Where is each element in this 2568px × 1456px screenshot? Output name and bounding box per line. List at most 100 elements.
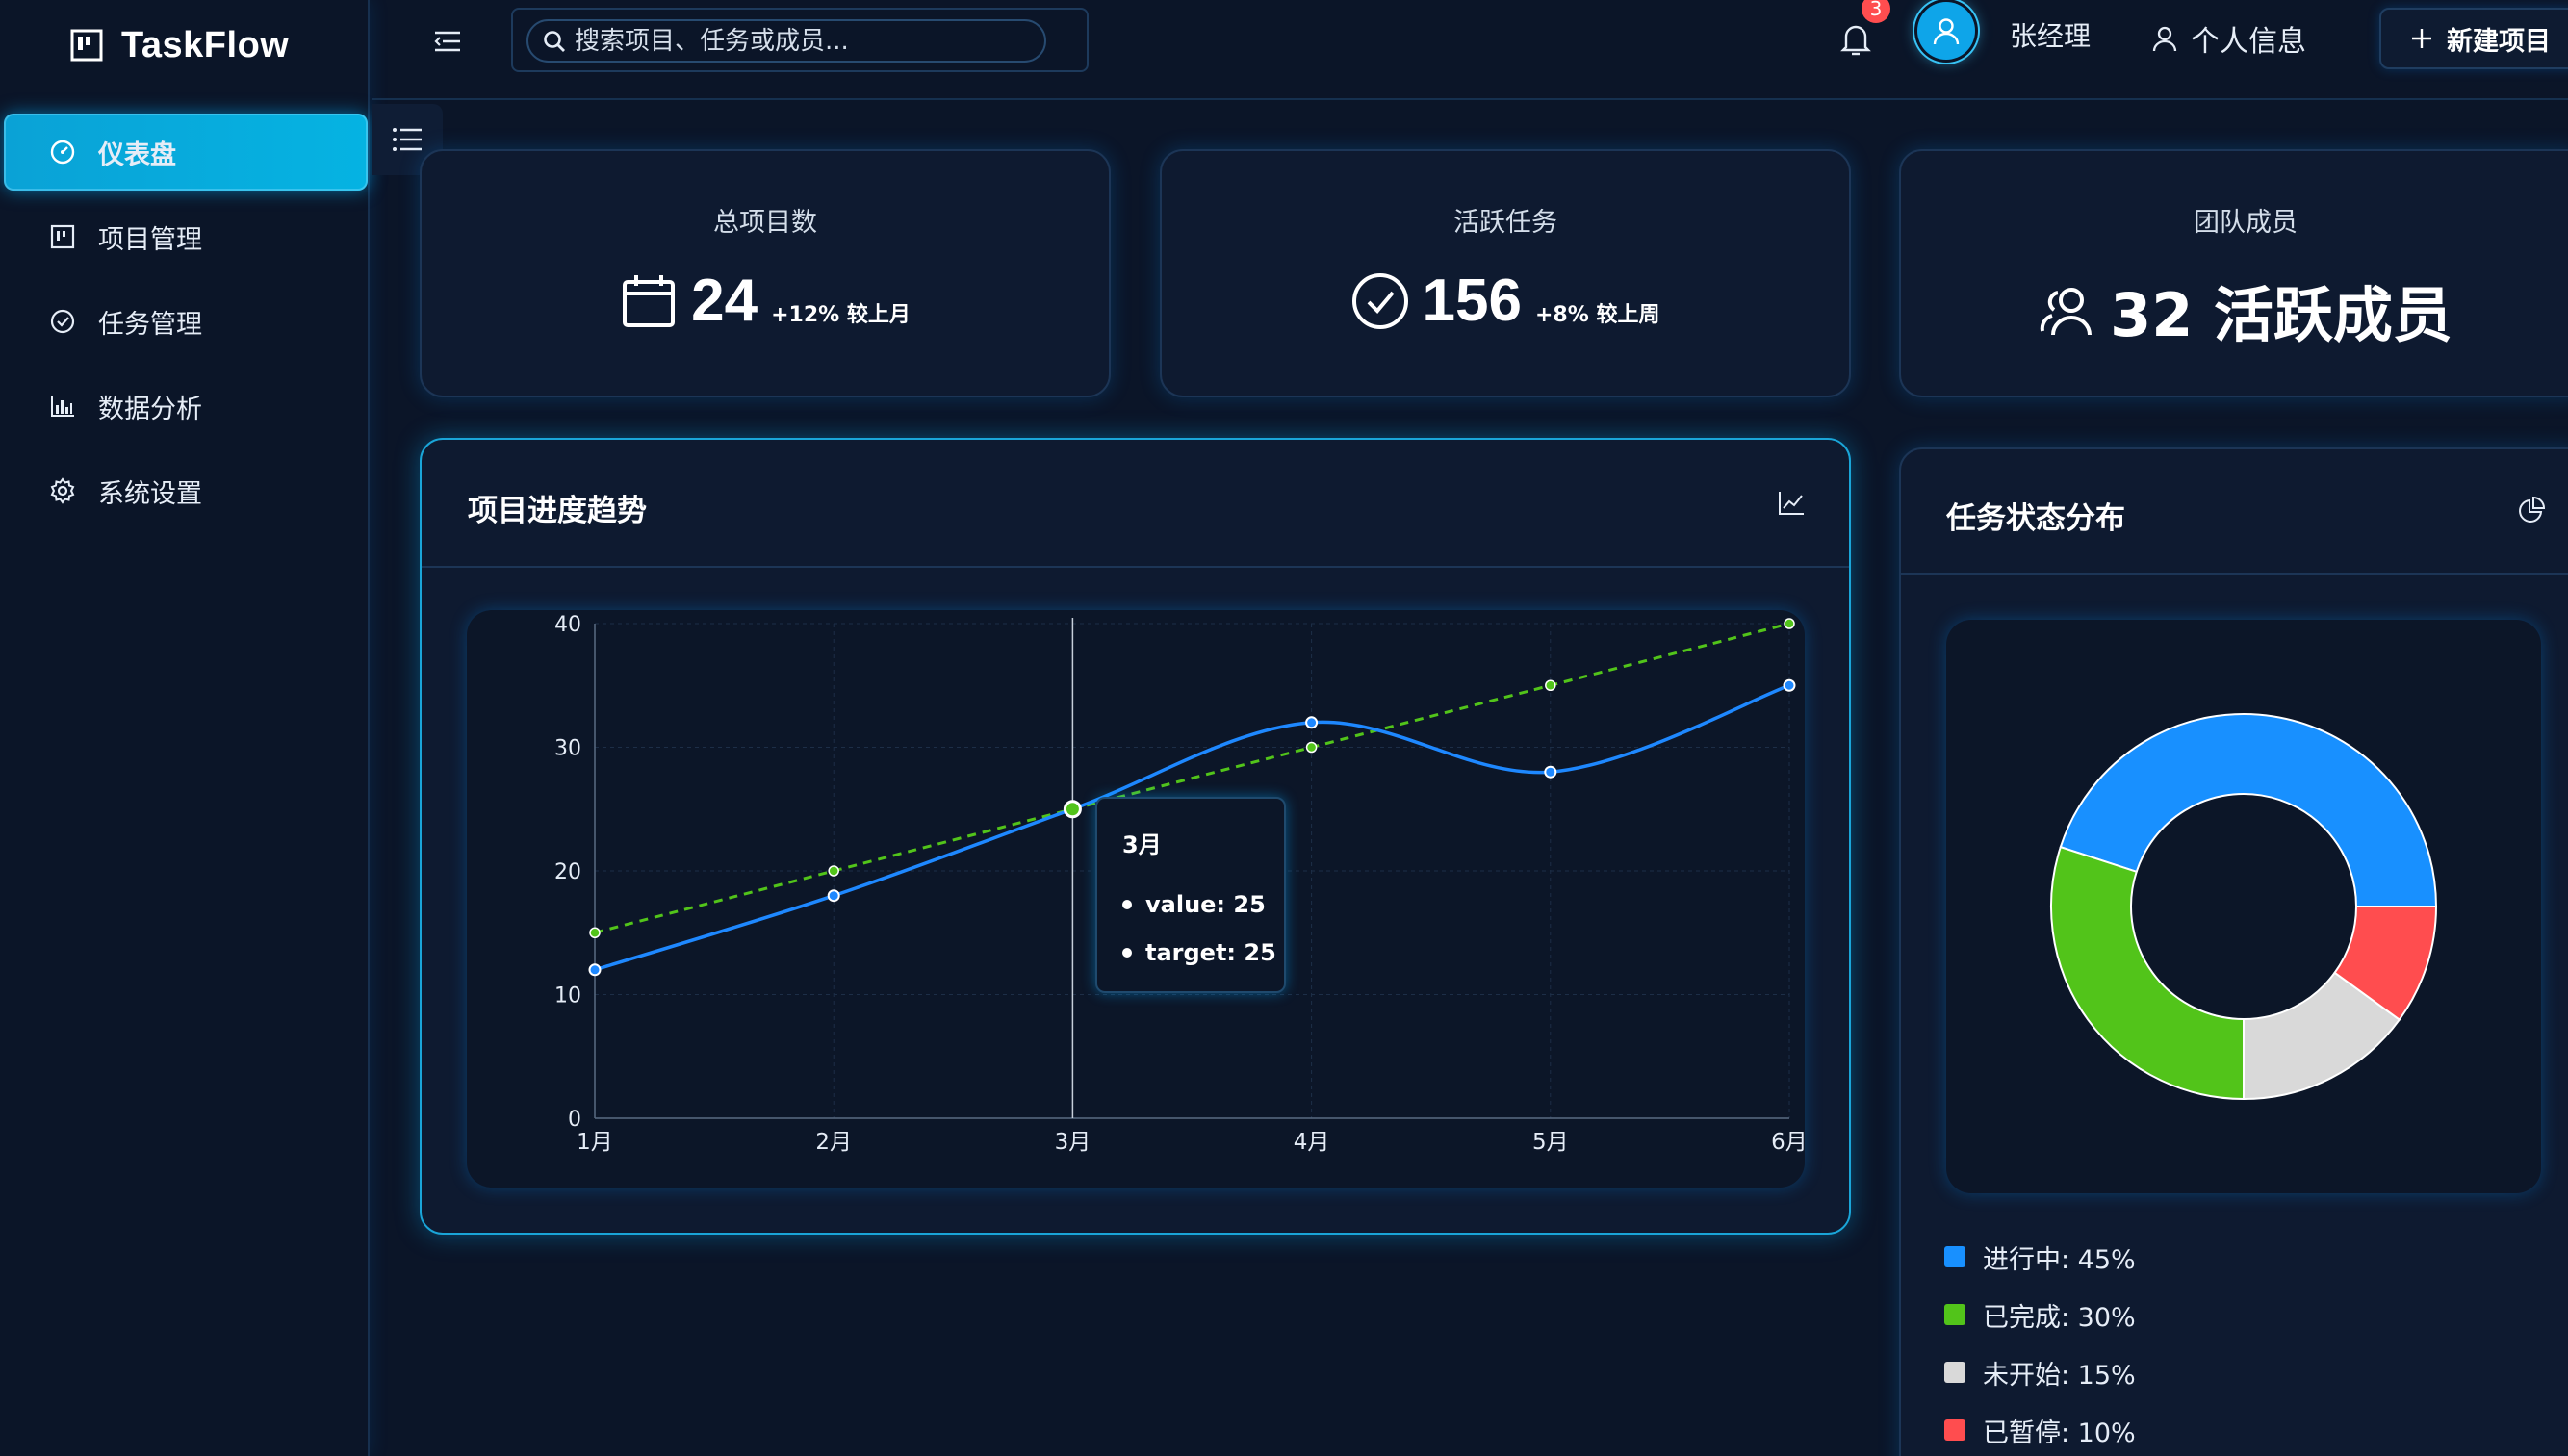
stat-value-row: 24 +12% 较上月 xyxy=(422,267,1109,335)
search-box xyxy=(511,8,1089,72)
sidebar-item-analytics[interactable]: 数据分析 xyxy=(0,368,370,445)
highlighted-point xyxy=(1063,800,1082,819)
stat-title: 总项目数 xyxy=(713,208,817,238)
sidebar-item-settings[interactable]: 系统设置 xyxy=(0,452,370,529)
legend-item-in-progress[interactable]: 进行中: 45% xyxy=(1944,1228,2136,1286)
user-name[interactable]: 张经理 xyxy=(2010,15,2091,54)
legend-label: 未开始: 15% xyxy=(1983,1360,2136,1391)
data-point-target xyxy=(1305,741,1318,754)
tooltip-title: 3月 xyxy=(1122,831,1162,858)
tooltip-row-value: value: 25 xyxy=(1122,881,1284,929)
panel-divider xyxy=(422,566,1849,568)
line-chart-icon[interactable] xyxy=(1777,490,1806,517)
plus-icon xyxy=(2412,29,2431,48)
legend-swatch xyxy=(1944,1362,1965,1383)
app-name: TaskFlow xyxy=(121,24,290,65)
tooltip-target: target: 25 xyxy=(1145,939,1276,966)
profile-label: 个人信息 xyxy=(2191,25,2306,59)
stat-card-tasks: 活跃任务 156 +8% 较上周 xyxy=(1160,149,1851,397)
tooltip-row-target: target: 25 xyxy=(1122,929,1284,977)
gear-icon xyxy=(50,477,75,504)
profile-link[interactable]: 个人信息 xyxy=(2150,17,2306,60)
search-icon xyxy=(544,30,565,52)
legend-item-not-started[interactable]: 未开始: 15% xyxy=(1944,1343,2136,1401)
data-point-value xyxy=(1783,678,1796,692)
donut-chart-container xyxy=(1946,620,2541,1193)
x-tick-label: 5月 xyxy=(1532,1130,1569,1155)
sidebar-nav: 仪表盘 项目管理 任务管理 数据分析 系统设置 xyxy=(0,114,370,537)
legend-swatch xyxy=(1944,1419,1965,1441)
stat-card-team: 团队成员 32 活跃成员 xyxy=(1899,149,2568,397)
legend-item-paused[interactable]: 已暂停: 10% xyxy=(1944,1401,2136,1456)
x-tick-label: 4月 xyxy=(1294,1130,1330,1155)
tooltip-dot xyxy=(1122,900,1132,909)
data-point-value xyxy=(588,963,602,977)
stat-value-row: 32 活跃成员 xyxy=(1901,267,2568,353)
stat-value: 32 活跃成员 xyxy=(2110,280,2452,350)
chart-tooltip: 3月 value: 25 target: 25 xyxy=(1095,797,1286,993)
sidebar: TaskFlow 仪表盘 项目管理 任务管理 数据分析 系统设置 xyxy=(0,0,370,1456)
panel-divider xyxy=(1901,573,2568,575)
task-check-icon xyxy=(50,309,75,334)
stat-title: 团队成员 xyxy=(2194,208,2298,238)
y-tick-label: 30 xyxy=(554,737,581,761)
stat-value: 24 xyxy=(691,268,758,334)
tooltip-dot xyxy=(1122,948,1132,958)
data-point-target xyxy=(828,865,839,877)
stat-change: +12% 较上月 xyxy=(771,302,911,327)
panel-title: 任务状态分布 xyxy=(1946,501,2125,536)
y-tick-label: 40 xyxy=(554,613,581,637)
search-input[interactable] xyxy=(575,26,1017,56)
y-tick-label: 10 xyxy=(554,984,581,1009)
legend-item-done[interactable]: 已完成: 30% xyxy=(1944,1286,2136,1343)
board-icon xyxy=(70,29,103,62)
top-header: 3 张经理 个人信息 新建项目 xyxy=(372,0,2568,100)
dashboard-icon xyxy=(50,140,75,165)
status-legend: 进行中: 45% 已完成: 30% 未开始: 15% 已暂停: 10% xyxy=(1944,1228,2136,1456)
team-icon xyxy=(2040,288,2093,336)
sidebar-item-label: 数据分析 xyxy=(98,394,202,424)
x-tick-label: 1月 xyxy=(577,1130,613,1155)
data-point-target xyxy=(589,927,601,938)
new-project-label: 新建项目 xyxy=(2447,26,2551,57)
sidebar-item-label: 仪表盘 xyxy=(98,140,176,170)
legend-swatch xyxy=(1944,1246,1965,1267)
check-circle-icon xyxy=(1351,272,1408,329)
stat-change: +8% 较上周 xyxy=(1535,302,1660,327)
legend-label: 已暂停: 10% xyxy=(1983,1418,2136,1448)
sidebar-item-label: 系统设置 xyxy=(98,478,202,509)
tooltip-value: value: 25 xyxy=(1145,891,1266,918)
data-point-target xyxy=(1784,618,1795,629)
x-tick-label: 3月 xyxy=(1055,1130,1091,1155)
search-field[interactable] xyxy=(526,19,1046,63)
project-icon xyxy=(50,224,75,249)
sidebar-item-label: 项目管理 xyxy=(98,224,202,255)
bar-chart-icon xyxy=(51,396,74,417)
stat-value: 156 xyxy=(1422,268,1522,334)
data-point-value xyxy=(827,889,840,903)
data-point-value xyxy=(1305,716,1319,729)
legend-swatch xyxy=(1944,1304,1965,1325)
avatar[interactable] xyxy=(1917,2,1975,60)
user-icon xyxy=(2152,26,2177,52)
data-point-value xyxy=(1544,765,1557,779)
legend-label: 进行中: 45% xyxy=(1983,1244,2136,1275)
new-project-button[interactable]: 新建项目 xyxy=(2379,8,2568,69)
legend-label: 已完成: 30% xyxy=(1983,1302,2136,1333)
donut-chart xyxy=(2050,713,2438,1101)
user-icon xyxy=(1933,18,1960,45)
sidebar-item-tasks[interactable]: 任务管理 xyxy=(0,283,370,360)
x-tick-label: 2月 xyxy=(815,1130,852,1155)
y-tick-label: 20 xyxy=(554,860,581,884)
collapse-menu-icon[interactable] xyxy=(431,25,464,58)
notification-bell-icon[interactable] xyxy=(1839,21,1872,58)
sidebar-item-dashboard[interactable]: 仪表盘 xyxy=(4,114,368,191)
stat-title: 活跃任务 xyxy=(1453,208,1557,238)
x-tick-label: 6月 xyxy=(1771,1130,1805,1155)
sidebar-item-label: 任务管理 xyxy=(98,309,202,340)
app-logo[interactable]: TaskFlow xyxy=(69,21,289,69)
donut-slice xyxy=(2050,845,2245,1101)
sidebar-item-projects[interactable]: 项目管理 xyxy=(0,198,370,275)
pie-chart-icon[interactable] xyxy=(2517,496,2546,524)
stat-value-row: 156 +8% 较上周 xyxy=(1162,267,1849,335)
